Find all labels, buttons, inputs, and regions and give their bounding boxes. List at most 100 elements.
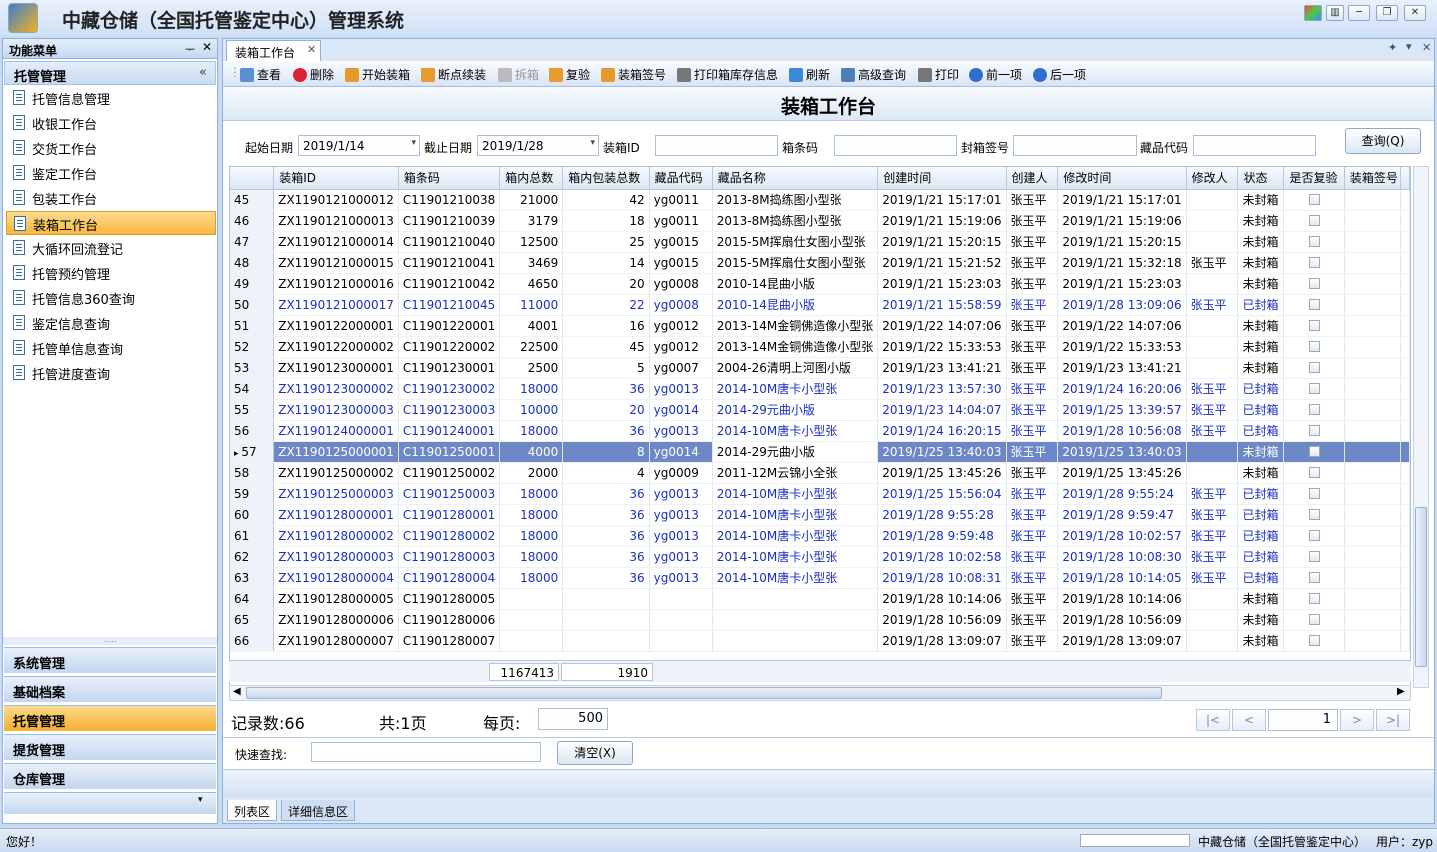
- table-row[interactable]: 54 ZX1190123000002 C11901230002 18000 36 yg00…: [230, 378, 1410, 400]
- column-header[interactable]: 修改人: [1186, 167, 1239, 190]
- delete-button[interactable]: 删除: [293, 66, 334, 83]
- query-button[interactable]: 查询(Q): [1345, 128, 1421, 154]
- collapse-icon[interactable]: «: [199, 65, 207, 80]
- scroll-right-icon[interactable]: ▶: [1397, 686, 1405, 697]
- tab-list-area[interactable]: 列表区: [227, 800, 278, 821]
- tab-close-icon[interactable]: ✕: [307, 43, 316, 56]
- table-row[interactable]: ▸ 57 ZX1190125000001 C11901250001 4000 8 yg00…: [230, 441, 1410, 463]
- pin-icon[interactable]: ᅮ: [185, 41, 195, 57]
- recheck-checkbox[interactable]: [1308, 613, 1320, 625]
- next-page-button[interactable]: >: [1340, 709, 1374, 731]
- nav-item[interactable]: 装箱工作台: [6, 211, 216, 235]
- recheck-checkbox[interactable]: [1308, 214, 1320, 226]
- recheck-checkbox[interactable]: [1308, 571, 1320, 583]
- splitter-grip[interactable]: .....: [3, 636, 217, 645]
- current-page-input[interactable]: 1: [1268, 709, 1338, 731]
- nav-item[interactable]: 托管信息管理: [6, 86, 216, 110]
- column-header[interactable]: 装箱签号: [1344, 167, 1402, 190]
- tab-list-icon[interactable]: ▾: [1406, 40, 1412, 53]
- table-row[interactable]: 47 ZX1190121000014 C11901210040 12500 25 yg00…: [230, 231, 1410, 253]
- recheck-checkbox[interactable]: [1308, 424, 1320, 436]
- recheck-checkbox[interactable]: [1308, 277, 1320, 289]
- nav-group-button[interactable]: 提货管理: [4, 734, 216, 760]
- nav-group-button[interactable]: 系统管理: [4, 647, 216, 673]
- seal-number-button[interactable]: 装箱签号: [601, 66, 666, 83]
- resume-packing-button[interactable]: 断点续装: [421, 66, 486, 83]
- nav-item[interactable]: 大循环回流登记: [6, 236, 216, 260]
- nav-item[interactable]: 托管预约管理: [6, 261, 216, 285]
- horizontal-scrollbar[interactable]: ◀ ▶: [229, 685, 1411, 701]
- nav-item[interactable]: 鉴定工作台: [6, 161, 216, 185]
- column-header[interactable]: 创建时间: [877, 167, 1007, 190]
- recheck-checkbox[interactable]: [1308, 445, 1320, 457]
- column-header[interactable]: 装箱ID: [273, 167, 399, 190]
- table-row[interactable]: 51 ZX1190122000001 C11901220001 4001 16 yg001…: [230, 315, 1410, 337]
- start-date-picker[interactable]: 2019/1/14: [298, 135, 420, 156]
- nav-group-header[interactable]: 托管管理 «: [4, 61, 216, 85]
- nav-item[interactable]: 托管单信息查询: [6, 336, 216, 360]
- table-row[interactable]: 60 ZX1190128000001 C11901280001 18000 36 yg00…: [230, 504, 1410, 526]
- table-row[interactable]: 62 ZX1190128000003 C11901280003 18000 36 yg00…: [230, 546, 1410, 568]
- recheck-checkbox[interactable]: [1308, 256, 1320, 268]
- restore-button[interactable]: ❐: [1376, 5, 1398, 21]
- recheck-checkbox[interactable]: [1308, 592, 1320, 604]
- table-row[interactable]: 61 ZX1190128000002 C11901280002 18000 36 yg00…: [230, 525, 1410, 547]
- minimize-button[interactable]: ─: [1348, 5, 1370, 21]
- table-row[interactable]: 66 ZX1190128000007 C11901280007 2019/1/28 1…: [230, 630, 1410, 652]
- table-row[interactable]: 58 ZX1190125000002 C11901250002 2000 4 yg0009…: [230, 462, 1410, 484]
- table-row[interactable]: 55 ZX1190123000003 C11901230003 10000 20 yg00…: [230, 399, 1410, 421]
- print-button[interactable]: 打印: [918, 66, 959, 83]
- nav-item[interactable]: 包装工作台: [6, 186, 216, 210]
- recheck-checkbox[interactable]: [1308, 298, 1320, 310]
- vertical-scrollbar[interactable]: [1413, 166, 1429, 688]
- start-packing-button[interactable]: 开始装箱: [345, 66, 410, 83]
- table-row[interactable]: 50 ZX1190121000017 C11901210045 11000 22 yg00…: [230, 294, 1410, 316]
- column-header[interactable]: 藏品名称: [712, 167, 879, 190]
- recheck-checkbox[interactable]: [1308, 319, 1320, 331]
- close-panel-icon[interactable]: ✕: [202, 40, 212, 54]
- recheck-checkbox[interactable]: [1308, 403, 1320, 415]
- column-header[interactable]: 创建人: [1006, 167, 1059, 190]
- table-row[interactable]: 63 ZX1190128000004 C11901280004 18000 36 yg00…: [230, 567, 1410, 589]
- close-button[interactable]: ✕: [1404, 5, 1426, 21]
- nav-item[interactable]: 交货工作台: [6, 136, 216, 160]
- advanced-query-button[interactable]: 高级查询: [841, 66, 906, 83]
- column-header[interactable]: 藏品代码: [649, 167, 713, 190]
- recheck-checkbox[interactable]: [1308, 340, 1320, 352]
- column-header[interactable]: 状态: [1237, 167, 1285, 190]
- tab-add-icon[interactable]: ✦: [1388, 41, 1397, 54]
- last-page-button[interactable]: >|: [1376, 709, 1410, 731]
- recheck-checkbox[interactable]: [1308, 634, 1320, 646]
- table-row[interactable]: 48 ZX1190121000015 C11901210041 3469 14 yg001…: [230, 252, 1410, 274]
- scroll-left-icon[interactable]: ◀: [233, 686, 241, 697]
- table-row[interactable]: 59 ZX1190125000003 C11901250003 18000 36 yg00…: [230, 483, 1410, 505]
- theme-icon[interactable]: [1304, 5, 1322, 21]
- recheck-checkbox[interactable]: [1308, 382, 1320, 394]
- column-header[interactable]: 箱内包装总数: [562, 167, 650, 190]
- vertical-scroll-thumb[interactable]: [1415, 507, 1427, 667]
- previous-item-button[interactable]: 前一项: [969, 66, 1022, 83]
- recheck-checkbox[interactable]: [1308, 487, 1320, 499]
- table-row[interactable]: 52 ZX1190122000002 C11901220002 22500 45 yg00…: [230, 336, 1410, 358]
- quick-search-input[interactable]: [311, 742, 541, 762]
- table-row[interactable]: 65 ZX1190128000006 C11901280006 2019/1/28 1…: [230, 609, 1410, 631]
- view-button[interactable]: 查看: [240, 66, 281, 83]
- horizontal-scroll-thumb[interactable]: [246, 687, 1162, 699]
- unpack-button[interactable]: 拆箱: [498, 66, 539, 83]
- table-row[interactable]: 46 ZX1190121000013 C11901210039 3179 18 yg001…: [230, 210, 1410, 232]
- column-header[interactable]: 箱条码: [398, 167, 501, 190]
- nav-group-button[interactable]: 托管管理: [4, 705, 216, 731]
- clear-button[interactable]: 清空(X): [557, 741, 633, 765]
- column-header[interactable]: 箱内总数: [499, 167, 564, 190]
- end-date-picker[interactable]: 2019/1/28: [477, 135, 599, 156]
- recheck-checkbox[interactable]: [1308, 508, 1320, 520]
- tab-strip-close-icon[interactable]: ✕: [1422, 41, 1431, 54]
- barcode-input[interactable]: [834, 135, 957, 156]
- print-stock-button[interactable]: 打印箱库存信息: [677, 66, 778, 83]
- nav-item[interactable]: 托管进度查询: [6, 361, 216, 385]
- nav-item[interactable]: 托管信息360查询: [6, 286, 216, 310]
- nav-item[interactable]: 收银工作台: [6, 111, 216, 135]
- tab-packing-workbench[interactable]: 装箱工作台 ✕: [226, 40, 321, 61]
- table-row[interactable]: 53 ZX1190123000001 C11901230001 2500 5 yg0007…: [230, 357, 1410, 379]
- table-row[interactable]: 64 ZX1190128000005 C11901280005 2019/1/28 1…: [230, 588, 1410, 610]
